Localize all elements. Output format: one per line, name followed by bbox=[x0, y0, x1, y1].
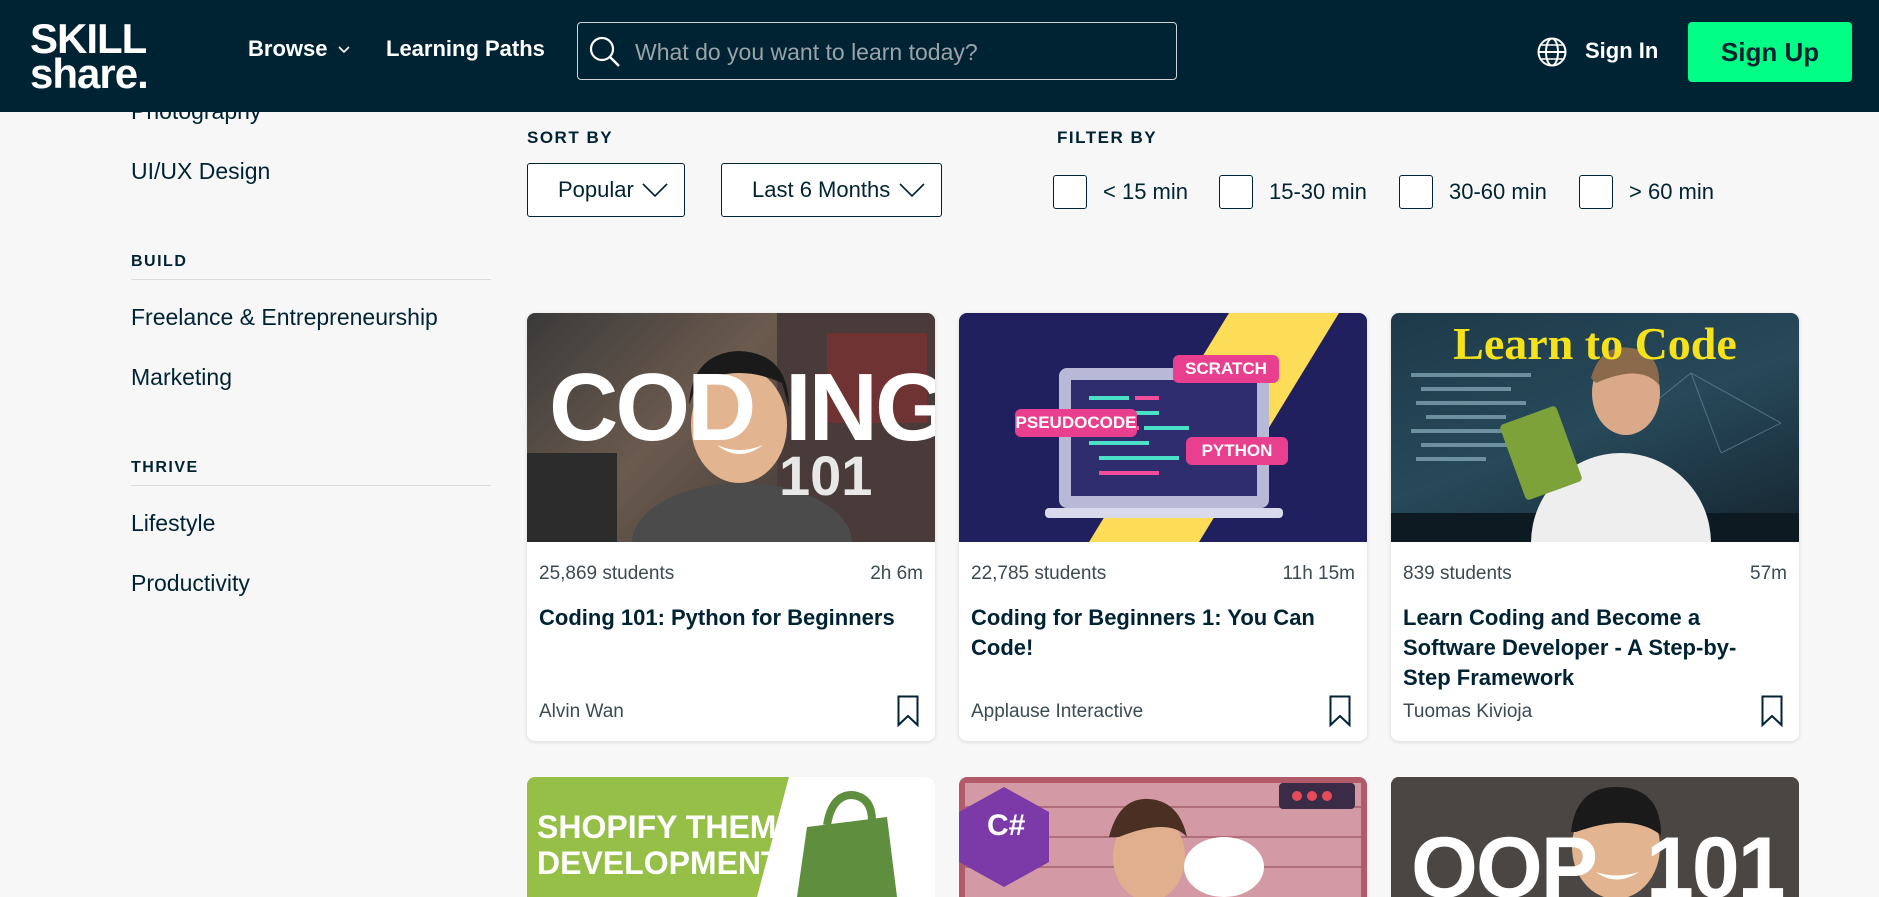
thumb-title-text: Learn to Code bbox=[1453, 318, 1737, 369]
sidebar-section-build: BUILD bbox=[131, 253, 491, 280]
student-count: 22,785 students bbox=[971, 563, 1107, 584]
filter-label: 30-60 min bbox=[1449, 179, 1547, 204]
sidebar-item-uiux-design[interactable]: UI/UX Design bbox=[131, 158, 270, 185]
search-input[interactable] bbox=[633, 33, 1157, 71]
filter-30-60[interactable]: 30-60 min bbox=[1399, 175, 1547, 209]
course-card[interactable]: COD ING 101 25,869 students 2h 6m Coding… bbox=[527, 313, 935, 741]
learning-paths-link[interactable]: Learning Paths bbox=[386, 36, 545, 62]
csharp-badge: C# bbox=[987, 809, 1026, 842]
sidebar-item-freelance[interactable]: Freelance & Entrepreneurship bbox=[131, 304, 438, 331]
course-author[interactable]: Alvin Wan bbox=[539, 701, 624, 723]
course-thumbnail: SCRATCH PSEUDOCODE PYTHON bbox=[959, 313, 1367, 542]
thumb-tag-scratch: SCRATCH bbox=[1185, 359, 1267, 378]
course-title[interactable]: Learn Coding and Become a Software Devel… bbox=[1403, 603, 1783, 693]
course-title[interactable]: Coding 101: Python for Beginners bbox=[539, 603, 919, 633]
student-count: 839 students bbox=[1403, 563, 1512, 584]
sort-value: Popular bbox=[558, 177, 634, 202]
thumb-text-line1: SHOPIFY THEME bbox=[537, 809, 798, 845]
search-icon bbox=[589, 36, 620, 67]
chevron-down-icon bbox=[642, 183, 668, 198]
browse-menu[interactable]: Browse bbox=[248, 36, 351, 62]
course-duration: 11h 15m bbox=[1282, 563, 1355, 584]
course-duration: 2h 6m bbox=[870, 563, 923, 584]
filter-15-30[interactable]: 15-30 min bbox=[1219, 175, 1367, 209]
sort-dropdown[interactable]: Popular bbox=[527, 163, 685, 217]
student-count: 25,869 students bbox=[539, 563, 675, 584]
filter-label: 15-30 min bbox=[1269, 179, 1367, 204]
search-bar[interactable] bbox=[577, 22, 1177, 80]
thumb-text-number: 101 bbox=[779, 444, 873, 507]
sign-in-link[interactable]: Sign In bbox=[1585, 38, 1658, 64]
bookmark-icon[interactable] bbox=[897, 695, 919, 727]
sidebar-item-productivity[interactable]: Productivity bbox=[131, 570, 250, 597]
top-header: SKILL share. Browse Learning Paths Sign … bbox=[0, 0, 1879, 112]
course-author[interactable]: Applause Interactive bbox=[971, 701, 1143, 723]
course-card-oop[interactable]: OOP 101 bbox=[1391, 777, 1799, 897]
course-title[interactable]: Coding for Beginners 1: You Can Code! bbox=[971, 603, 1351, 663]
course-card-shopify[interactable]: SHOPIFY THEME DEVELOPMENT bbox=[527, 777, 935, 897]
checkbox[interactable] bbox=[1579, 175, 1613, 209]
course-author[interactable]: Tuomas Kivioja bbox=[1403, 701, 1532, 723]
thumb-text-right: 101 bbox=[1646, 820, 1785, 897]
checkbox[interactable] bbox=[1053, 175, 1087, 209]
filter-label: < 15 min bbox=[1103, 179, 1188, 204]
bookmark-icon[interactable] bbox=[1329, 695, 1351, 727]
course-thumbnail: COD ING 101 bbox=[527, 313, 935, 542]
thumb-text-left: OOP bbox=[1411, 820, 1598, 897]
chevron-down-icon bbox=[338, 46, 351, 54]
bookmark-icon[interactable] bbox=[1761, 695, 1783, 727]
thumb-text-left: COD bbox=[549, 354, 756, 461]
sort-by-label: SORT BY bbox=[527, 128, 614, 147]
course-duration: 57m bbox=[1750, 563, 1787, 584]
checkbox[interactable] bbox=[1219, 175, 1253, 209]
course-card[interactable]: SCRATCH PSEUDOCODE PYTHON 22,785 student… bbox=[959, 313, 1367, 741]
course-thumbnail: Learn to Code bbox=[1391, 313, 1799, 542]
thumb-tag-pseudocode: PSEUDOCODE bbox=[1015, 413, 1137, 432]
filter-label: > 60 min bbox=[1629, 179, 1714, 204]
globe-icon[interactable] bbox=[1536, 36, 1568, 68]
browse-label: Browse bbox=[248, 36, 328, 61]
filter-over-60[interactable]: > 60 min bbox=[1579, 175, 1714, 209]
course-card-csharp[interactable]: C# bbox=[959, 777, 1367, 897]
sidebar-section-thrive: THRIVE bbox=[131, 459, 491, 486]
chevron-down-icon bbox=[899, 183, 925, 198]
time-range-dropdown[interactable]: Last 6 Months bbox=[721, 163, 942, 217]
sign-up-button[interactable]: Sign Up bbox=[1688, 22, 1852, 82]
thumb-tag-python: PYTHON bbox=[1201, 441, 1273, 460]
skillshare-logo[interactable]: SKILL share. bbox=[30, 10, 190, 95]
filter-by-label: FILTER BY bbox=[1057, 128, 1158, 147]
sidebar-item-marketing[interactable]: Marketing bbox=[131, 364, 232, 391]
course-card[interactable]: Learn to Code 839 students 57m Learn Cod… bbox=[1391, 313, 1799, 741]
checkbox[interactable] bbox=[1399, 175, 1433, 209]
time-range-value: Last 6 Months bbox=[752, 177, 891, 202]
sidebar-item-lifestyle[interactable]: Lifestyle bbox=[131, 510, 215, 537]
filter-under-15[interactable]: < 15 min bbox=[1053, 175, 1188, 209]
thumb-text-line2: DEVELOPMENT bbox=[537, 845, 781, 881]
